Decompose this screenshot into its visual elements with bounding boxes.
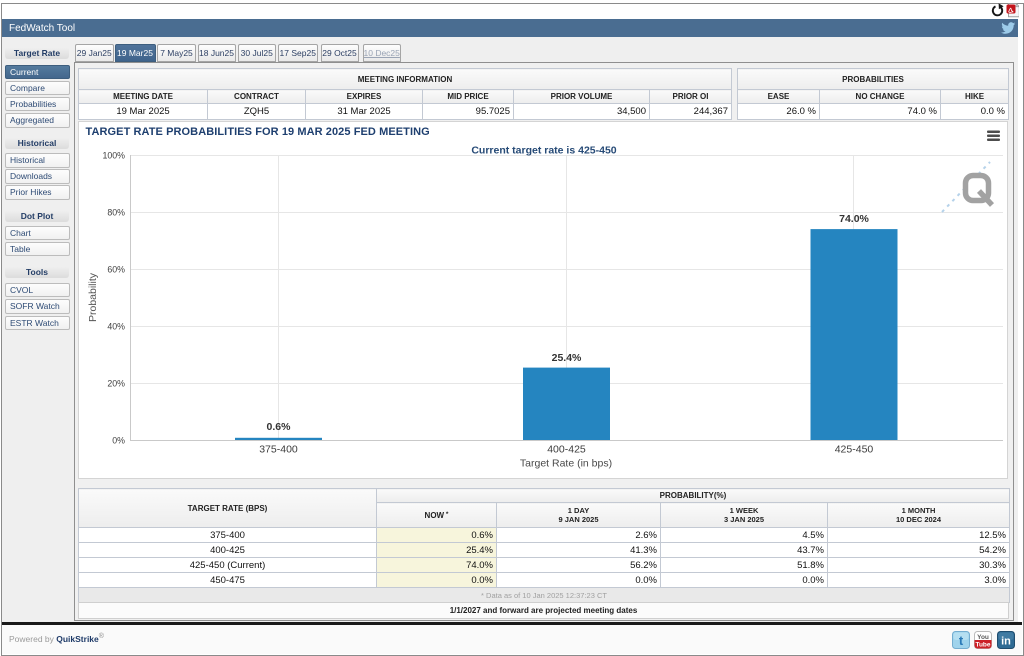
svg-text:74.0%: 74.0% bbox=[839, 213, 869, 225]
svg-text:0%: 0% bbox=[112, 436, 125, 446]
svg-text:400-425: 400-425 bbox=[547, 444, 586, 456]
svg-text:Tube: Tube bbox=[975, 642, 990, 649]
svg-text:0.6%: 0.6% bbox=[267, 421, 292, 433]
svg-text:TARGET RATE PROBABILITIES FOR: TARGET RATE PROBABILITIES FOR 19 MAR 202… bbox=[86, 126, 430, 138]
svg-text:375-400: 375-400 bbox=[259, 444, 298, 456]
svg-text:t: t bbox=[959, 633, 964, 648]
svg-text:20%: 20% bbox=[107, 379, 125, 389]
svg-text:60%: 60% bbox=[107, 265, 125, 275]
svg-text:Target Rate (in bps): Target Rate (in bps) bbox=[520, 458, 612, 470]
svg-text:Current target rate is 425-450: Current target rate is 425-450 bbox=[471, 145, 616, 157]
svg-text:Probability: Probability bbox=[87, 272, 99, 322]
svg-text:40%: 40% bbox=[107, 322, 125, 332]
svg-text:425-450: 425-450 bbox=[835, 444, 874, 456]
svg-text:25.4%: 25.4% bbox=[552, 352, 582, 364]
svg-text:in: in bbox=[1001, 636, 1011, 648]
svg-text:80%: 80% bbox=[107, 208, 125, 218]
svg-text:100%: 100% bbox=[103, 151, 126, 161]
svg-text:You: You bbox=[977, 634, 989, 641]
